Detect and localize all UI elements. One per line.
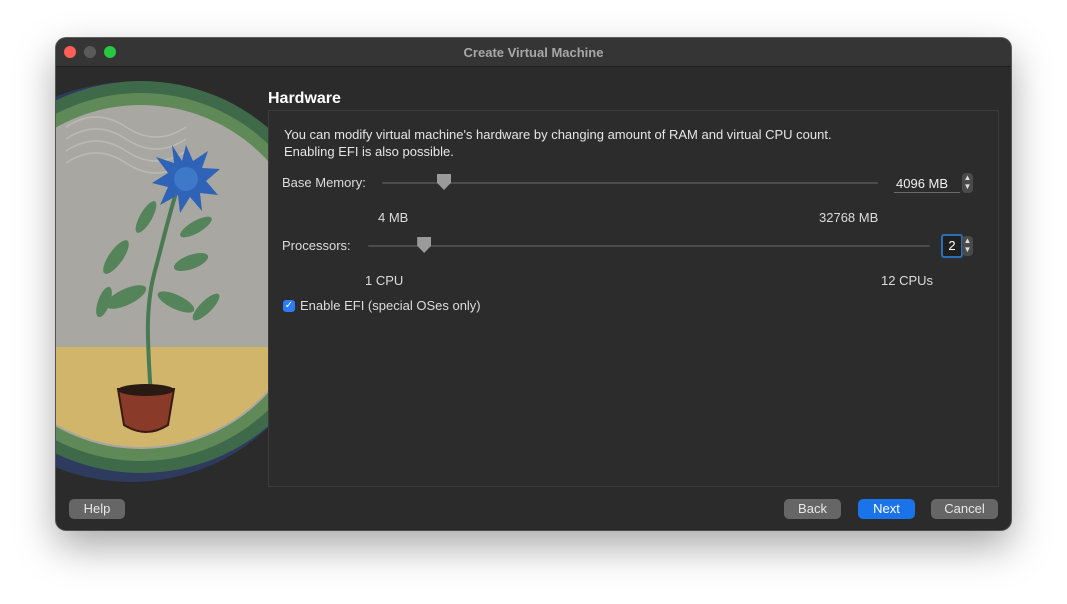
base-memory-stepper[interactable]: ▲ ▼ [962, 173, 973, 193]
enable-efi-label[interactable]: Enable EFI (special OSes only) [300, 298, 481, 313]
base-memory-max-label: 32768 MB [819, 210, 879, 225]
page-heading: Hardware [268, 90, 341, 107]
checkmark-icon: ✓ [284, 300, 294, 311]
enable-efi-checkbox[interactable]: ✓ [283, 300, 295, 312]
description-line-1: You can modify virtual machine's hardwar… [284, 127, 832, 142]
create-vm-dialog: Create Virtual Machine Hardware You can … [56, 38, 1011, 530]
chevron-up-icon[interactable]: ▲ [962, 236, 973, 245]
processors-label: Processors: [282, 238, 351, 253]
page-description: You can modify virtual machine's hardwar… [284, 126, 924, 160]
processors-stepper[interactable]: ▲ ▼ [962, 236, 973, 256]
base-memory-label: Base Memory: [282, 175, 366, 190]
help-button[interactable]: Help [69, 499, 125, 519]
base-memory-slider[interactable] [382, 182, 878, 184]
next-button[interactable]: Next [858, 499, 915, 519]
processors-slider[interactable] [368, 245, 930, 247]
base-memory-min-label: 4 MB [378, 210, 409, 225]
back-button[interactable]: Back [784, 499, 841, 519]
title-bar: Create Virtual Machine [56, 38, 1011, 67]
chevron-up-icon[interactable]: ▲ [962, 173, 973, 182]
base-memory-value-field[interactable]: 4096 MB [894, 175, 960, 193]
chevron-down-icon[interactable]: ▼ [962, 182, 973, 191]
window-title: Create Virtual Machine [463, 45, 604, 60]
cancel-button[interactable]: Cancel [931, 499, 998, 519]
processors-max-label: 12 CPUs [881, 273, 934, 288]
chevron-down-icon[interactable]: ▼ [962, 245, 973, 254]
processors-min-label: 1 CPU [365, 273, 404, 288]
processors-value-field[interactable]: 2 [941, 234, 963, 258]
description-line-2: Enabling EFI is also possible. [284, 144, 454, 159]
